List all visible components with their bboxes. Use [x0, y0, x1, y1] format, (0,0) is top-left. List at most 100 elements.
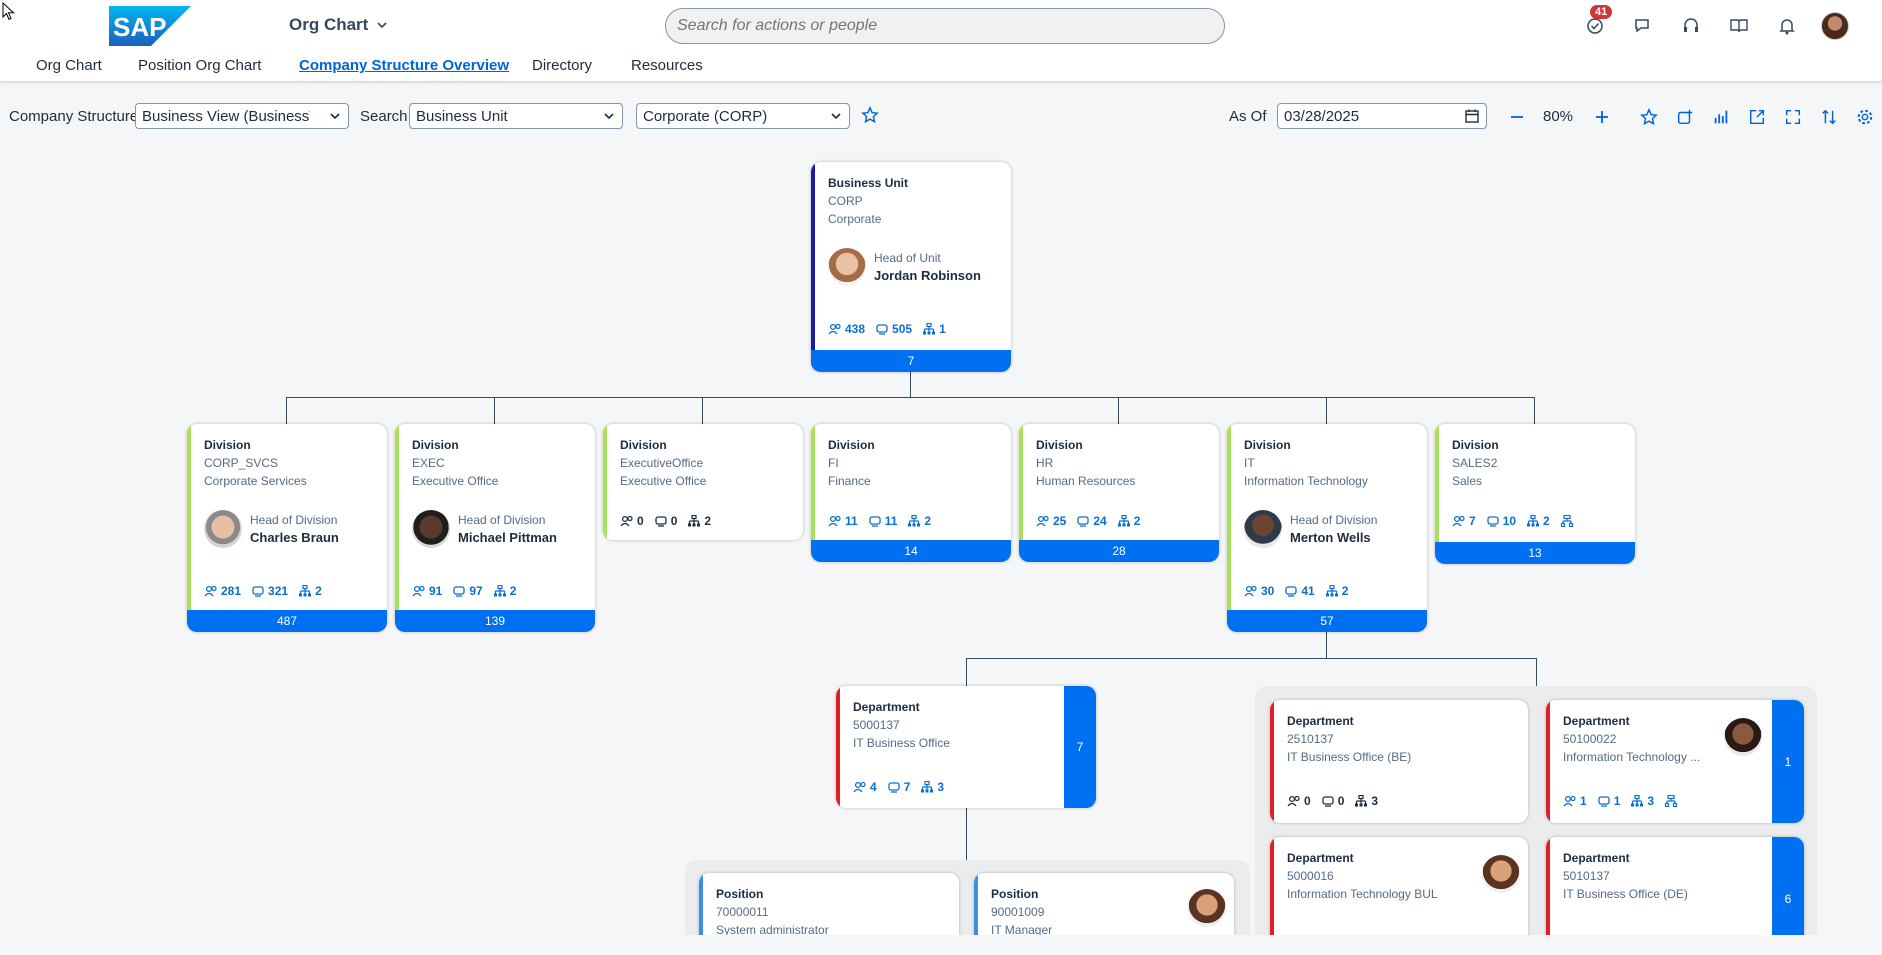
export-icon[interactable]	[1746, 106, 1768, 128]
user-avatar[interactable]	[1821, 12, 1849, 40]
card-stats: 438 505 1	[828, 322, 946, 336]
connector-line	[966, 658, 967, 686]
org-card-division[interactable]: Division CORP_SVCS Corporate Services He…	[187, 424, 387, 632]
hierarchy-icon	[299, 585, 312, 597]
chevron-down-icon	[604, 113, 614, 120]
children-count-button[interactable]: 1	[1772, 700, 1804, 823]
company-structure-select[interactable]: Business View (BusinessView)	[135, 103, 349, 129]
children-count-button[interactable]: 57	[1227, 610, 1427, 632]
book-icon[interactable]	[1727, 14, 1751, 38]
seat-icon	[869, 516, 881, 527]
seat-icon	[888, 782, 900, 793]
avatar[interactable]	[1482, 855, 1520, 893]
chat-icon[interactable]	[1631, 14, 1655, 38]
org-card-division[interactable]: Division IT Information Technology Head …	[1227, 424, 1427, 632]
connector-line	[494, 397, 495, 424]
org-card-position[interactable]: Position 90001009 IT Manager	[974, 873, 1234, 935]
shell-bar: SAP Org Chart 41	[0, 0, 1882, 52]
avatar[interactable]	[1244, 510, 1282, 548]
sap-logo[interactable]: SAP	[109, 6, 191, 46]
search-label: Search	[360, 108, 408, 125]
people-icon	[1287, 795, 1300, 807]
hierarchy-icon	[908, 515, 921, 527]
org-structure-icon	[1560, 515, 1573, 527]
org-card-business-unit[interactable]: Business Unit CORP Corporate Head of Uni…	[811, 162, 1011, 372]
favorite-star-icon[interactable]	[859, 104, 881, 126]
hierarchy-icon	[921, 781, 934, 793]
seat-icon	[252, 586, 264, 597]
connector-line	[1326, 397, 1327, 424]
seat-icon	[1322, 796, 1334, 807]
org-card-division[interactable]: Division FI Finance 11 11 2 14	[811, 424, 1011, 562]
search-input[interactable]	[675, 16, 1224, 36]
children-count-button[interactable]: 13	[1435, 542, 1635, 564]
fullscreen-icon[interactable]	[1782, 106, 1804, 128]
favorites-list-icon[interactable]	[1638, 106, 1660, 128]
connector-line	[702, 397, 703, 424]
tab-company-structure-overview[interactable]: Company Structure Overview	[299, 57, 509, 74]
search-field[interactable]	[665, 8, 1225, 44]
hierarchy-stat[interactable]: 1	[922, 322, 946, 336]
positions-stat[interactable]: 505	[875, 322, 912, 336]
analytics-icon[interactable]	[1710, 106, 1732, 128]
zoom-out-icon[interactable]	[1506, 106, 1528, 128]
tab-org-chart[interactable]: Org Chart	[36, 57, 102, 74]
search-value-select[interactable]: Corporate (CORP)	[636, 103, 850, 129]
seat-icon	[1487, 516, 1499, 527]
org-card-position[interactable]: Position 70000011 System administrator	[699, 873, 959, 935]
tab-resources[interactable]: Resources	[631, 57, 703, 74]
people-icon	[1036, 515, 1049, 527]
hierarchy-icon	[1527, 515, 1540, 527]
children-count-button[interactable]: 14	[811, 540, 1011, 562]
calendar-icon[interactable]	[1464, 108, 1480, 124]
people-icon	[412, 585, 425, 597]
app-title-menu[interactable]: Org Chart	[289, 15, 388, 35]
children-count-button[interactable]: 139	[395, 610, 595, 632]
tab-directory[interactable]: Directory	[532, 57, 592, 74]
toolbar: Company Structure Business View (Busines…	[0, 100, 1882, 132]
org-card-department[interactable]: Department 5000016 Information Technolog…	[1270, 837, 1528, 935]
avatar[interactable]	[1724, 718, 1762, 756]
org-card-department[interactable]: Department 50100022 Information Technolo…	[1546, 700, 1804, 823]
tab-position-org-chart[interactable]: Position Org Chart	[138, 57, 261, 74]
children-count-button[interactable]: 28	[1019, 540, 1219, 562]
hierarchy-icon	[1355, 795, 1368, 807]
seat-icon	[876, 324, 888, 335]
search-type-select[interactable]: Business Unit	[409, 103, 623, 129]
children-count-button[interactable]: 7	[1064, 686, 1096, 808]
zoom-in-icon[interactable]	[1591, 106, 1613, 128]
people-icon	[204, 585, 217, 597]
org-card-department[interactable]: Department 5000137 IT Business Office 4 …	[836, 686, 1096, 808]
bell-icon[interactable]	[1775, 14, 1799, 38]
headcount-stat[interactable]: 438	[828, 322, 865, 336]
date-picker[interactable]: 03/28/2025	[1277, 103, 1487, 129]
org-card-department[interactable]: Department 2510137 IT Business Office (B…	[1270, 700, 1528, 823]
avatar[interactable]	[828, 248, 866, 286]
add-user-icon[interactable]	[1674, 106, 1696, 128]
head-name[interactable]: Jordan Robinson	[874, 268, 981, 283]
org-card-division[interactable]: Division ExecutiveOffice Executive Offic…	[603, 424, 803, 540]
org-chart-canvas[interactable]: Business Unit CORP Corporate Head of Uni…	[0, 140, 1882, 935]
hierarchy-icon	[493, 585, 506, 597]
hierarchy-icon	[1117, 515, 1130, 527]
headset-icon[interactable]	[1679, 14, 1703, 38]
org-card-division[interactable]: Division SALES2 Sales 7 10 2 13	[1435, 424, 1635, 564]
children-count-button[interactable]: 487	[187, 610, 387, 632]
as-of-label: As Of	[1229, 108, 1267, 125]
children-count-button[interactable]: 6	[1772, 837, 1804, 935]
people-icon	[828, 323, 841, 335]
settings-gear-icon[interactable]	[1854, 106, 1876, 128]
avatar[interactable]	[412, 510, 450, 548]
connector-line	[1326, 632, 1327, 658]
avatar[interactable]	[204, 510, 242, 548]
org-card-division[interactable]: Division EXEC Executive Office Head of D…	[395, 424, 595, 632]
connector-line	[1536, 658, 1537, 686]
avatar[interactable]	[1188, 889, 1226, 927]
children-count-button[interactable]: 7	[811, 350, 1011, 372]
org-card-department[interactable]: Department 5010137 IT Business Office (D…	[1546, 837, 1804, 935]
connector-line	[286, 397, 1535, 398]
hierarchy-icon	[688, 515, 701, 527]
connector-line	[1534, 397, 1535, 424]
sort-icon[interactable]	[1818, 106, 1840, 128]
org-card-division[interactable]: Division HR Human Resources 25 24 2 28	[1019, 424, 1219, 562]
